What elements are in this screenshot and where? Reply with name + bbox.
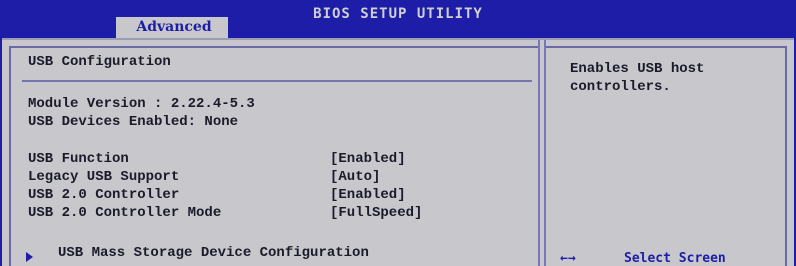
help-pane: Enables USB host controllers. ←→ Select …	[546, 40, 794, 266]
submenu-label: USB Mass Storage Device Configuration	[58, 245, 369, 261]
title-bar: BIOS SETUP UTILITY Advanced	[0, 0, 796, 38]
module-version: Module Version : 2.22.4-5.3	[28, 96, 255, 112]
section-divider	[22, 80, 532, 82]
setting-usb2-controller-mode[interactable]: USB 2.0 Controller Mode [FullSpeed]	[28, 204, 448, 222]
section-title: USB Configuration	[28, 54, 171, 70]
setting-value[interactable]: [FullSpeed]	[330, 204, 422, 222]
tab-advanced[interactable]: Advanced	[116, 17, 228, 38]
setting-label: Legacy USB Support	[28, 169, 180, 185]
setting-label: USB 2.0 Controller	[28, 187, 180, 203]
setting-value[interactable]: [Enabled]	[330, 150, 406, 168]
help-text: Enables USB host controllers.	[570, 61, 705, 95]
bios-screen: BIOS SETUP UTILITY Advanced USB Configur…	[0, 0, 796, 266]
setting-label: USB 2.0 Controller Mode	[28, 205, 222, 221]
setting-legacy-usb-support[interactable]: Legacy USB Support [Auto]	[28, 168, 448, 186]
setting-value[interactable]: [Enabled]	[330, 186, 406, 204]
submenu-arrow-icon	[26, 252, 33, 262]
usb-devices-enabled: USB Devices Enabled: None	[28, 114, 239, 130]
key-hint-label: Select Screen	[624, 251, 726, 266]
settings-pane: USB Configuration Module Version : 2.22.…	[2, 40, 538, 266]
left-right-arrows-icon: ←→	[560, 251, 576, 266]
setting-usb-function[interactable]: USB Function [Enabled]	[28, 150, 448, 168]
pane-divider	[538, 40, 546, 266]
main-frame: USB Configuration Module Version : 2.22.…	[2, 38, 794, 266]
setting-usb2-controller[interactable]: USB 2.0 Controller [Enabled]	[28, 186, 448, 204]
setting-value[interactable]: [Auto]	[330, 168, 380, 186]
setting-label: USB Function	[28, 151, 129, 167]
